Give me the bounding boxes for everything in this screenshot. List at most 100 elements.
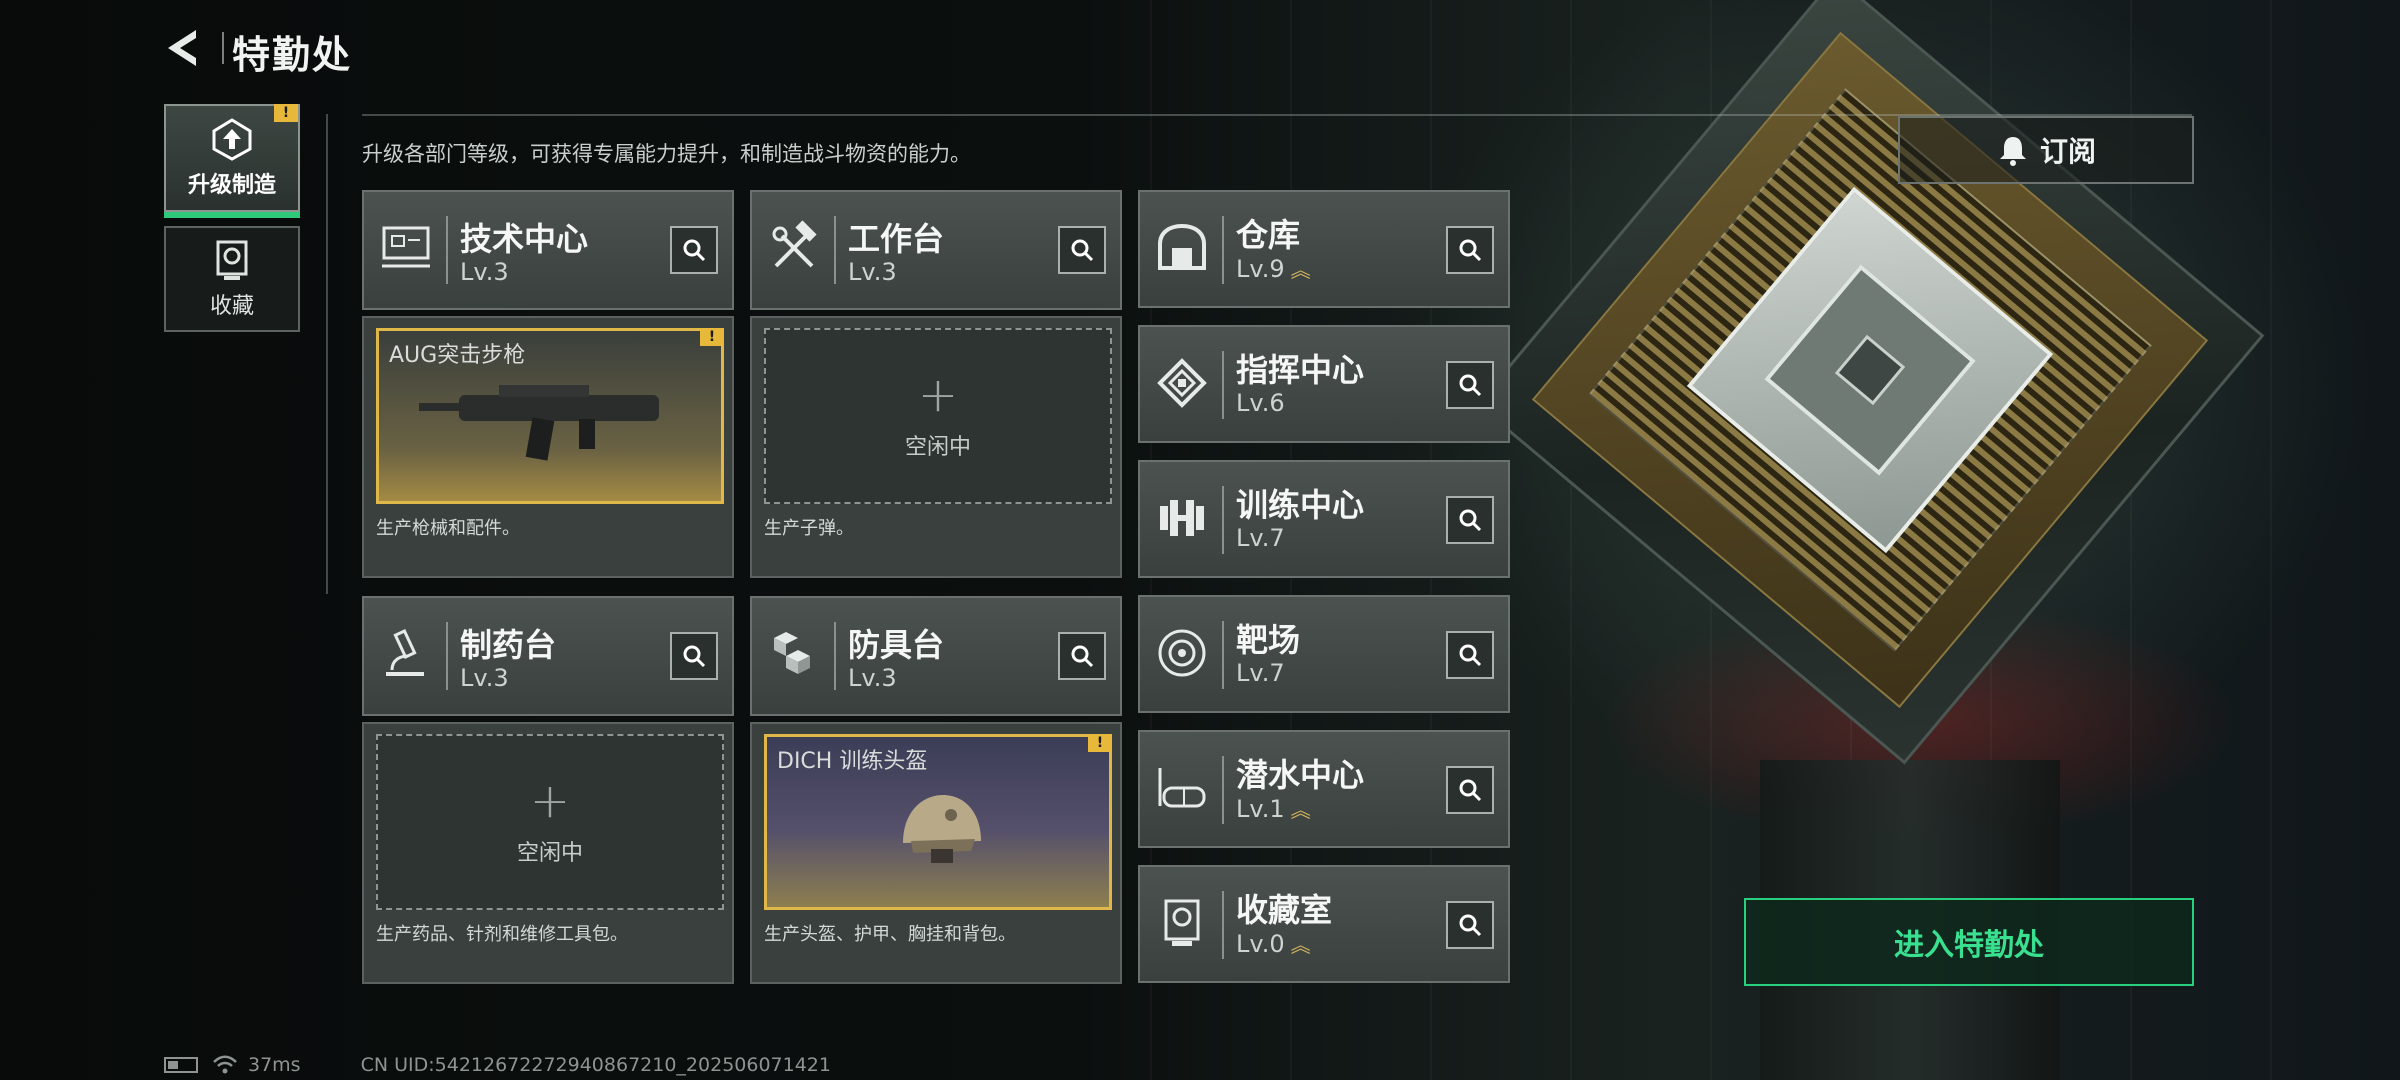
production-description: 生产子弹。 xyxy=(764,518,854,539)
production-slot-filled[interactable]: DICH 训练头盔 ! xyxy=(764,734,1112,910)
production-description: 生产头盔、护甲、胸挂和背包。 xyxy=(764,924,1016,945)
dept-level: Lv.0 ︽ xyxy=(1236,929,1311,958)
bell-icon xyxy=(1999,137,2026,166)
magnifier-icon xyxy=(683,239,706,262)
enter-label: 进入特勤处 xyxy=(1894,928,2044,963)
enter-special-ops-button[interactable]: 进入特勤处 xyxy=(1744,898,2194,986)
production-slot-empty[interactable]: + 空闲中 xyxy=(764,328,1112,504)
dept-level: Lv.9 ︽ xyxy=(1236,254,1311,283)
dept-divider xyxy=(1222,621,1224,689)
magnifier-icon xyxy=(1071,645,1094,668)
production-slot-empty[interactable]: + 空闲中 xyxy=(376,734,724,910)
header-divider xyxy=(222,32,224,64)
dept-divider xyxy=(446,622,448,690)
dept-level: Lv.3 xyxy=(460,664,509,692)
magnifier-icon xyxy=(1459,239,1482,262)
tab-collection[interactable]: 收藏 xyxy=(164,226,300,332)
dept-divider xyxy=(834,622,836,690)
dept-warehouse[interactable]: 仓库 Lv.9 ︽ xyxy=(1138,190,1510,308)
dept-name: 仓库 xyxy=(1236,216,1301,254)
production-description: 生产药品、针剂和维修工具包。 xyxy=(376,924,628,945)
trophy-icon xyxy=(216,240,248,280)
search-button[interactable] xyxy=(670,226,718,274)
dept-name: 训练中心 xyxy=(1236,486,1365,524)
subscribe-button[interactable]: 订阅 xyxy=(1898,116,2194,184)
search-button[interactable] xyxy=(1446,766,1494,814)
dept-level: Lv.7 xyxy=(1236,659,1285,687)
search-button[interactable] xyxy=(1446,226,1494,274)
search-button[interactable] xyxy=(1446,631,1494,679)
magnifier-icon xyxy=(1459,914,1482,937)
magnifier-icon xyxy=(1459,779,1482,802)
search-button[interactable] xyxy=(1446,361,1494,409)
magnifier-icon xyxy=(1459,644,1482,667)
dept-level-value: Lv.1 xyxy=(1236,795,1285,823)
production-panel-armor: DICH 训练头盔 ! 生产头盔、护甲、胸挂和背包。 xyxy=(750,722,1122,984)
page-title: 特勤处 xyxy=(232,33,353,77)
dept-divider xyxy=(446,216,448,284)
production-slot-filled[interactable]: AUG突击步枪 ! xyxy=(376,328,724,504)
dept-command-center[interactable]: 指挥中心 Lv.6 xyxy=(1138,325,1510,443)
dept-divider xyxy=(834,216,836,284)
dept-training-center[interactable]: 训练中心 Lv.7 xyxy=(1138,460,1510,578)
trophy-icon xyxy=(1164,899,1200,946)
hammer-wrench-icon xyxy=(772,220,817,268)
search-button[interactable] xyxy=(1058,632,1106,680)
upgrade-chevron-icon: ︽ xyxy=(1290,258,1311,282)
search-button[interactable] xyxy=(670,632,718,680)
chip-icon xyxy=(1157,358,1207,408)
production-panel-tech: AUG突击步枪 ! 生产枪械和配件。 xyxy=(362,316,734,578)
tab-upgrade-label: 升级制造 xyxy=(187,173,276,198)
magnifier-icon xyxy=(1459,374,1482,397)
dept-collection-room[interactable]: 收藏室 Lv.0 ︽ xyxy=(1138,865,1510,983)
tab-collection-label: 收藏 xyxy=(209,294,254,319)
idle-label: 空闲中 xyxy=(904,435,971,460)
status-bar: 37ms CN UID:5421267227294086721​0_202506… xyxy=(164,1054,831,1076)
dept-workbench[interactable]: 工作台 Lv.3 xyxy=(750,190,1122,310)
dept-name: 收藏室 xyxy=(1236,891,1333,929)
dept-divider xyxy=(1222,891,1224,959)
page-description: 升级各部门等级，可获得专属能力提升，和制造战斗物资的能力。 xyxy=(362,142,971,166)
dept-name: 潜水中心 xyxy=(1236,756,1365,794)
idle-label: 空闲中 xyxy=(516,841,583,866)
dept-name: 防具台 xyxy=(848,626,945,664)
alert-badge: ! xyxy=(1088,734,1112,752)
magnifier-icon xyxy=(1459,509,1482,532)
helmet-image xyxy=(903,795,981,863)
dept-level: Lv.3 xyxy=(460,258,509,286)
dept-level: Lv.3 xyxy=(848,664,897,692)
search-button[interactable] xyxy=(1058,226,1106,274)
dept-level: Lv.1 ︽ xyxy=(1236,794,1311,823)
diving-mask-icon xyxy=(1158,768,1206,808)
magnifier-icon xyxy=(683,645,706,668)
search-button[interactable] xyxy=(1446,496,1494,544)
production-panel-workbench: + 空闲中 生产子弹。 xyxy=(750,316,1122,578)
dept-divider xyxy=(1222,756,1224,824)
dept-tech-center[interactable]: 技术中心 Lv.3 xyxy=(362,190,734,310)
dept-level: Lv.3 xyxy=(848,258,897,286)
cubes-icon xyxy=(774,632,810,674)
dumbbell-icon xyxy=(1160,500,1204,536)
user-uid: CN UID:5421267227294086721​0_20250607142… xyxy=(360,1054,831,1076)
item-name: DICH 训练头盔 xyxy=(777,749,928,774)
battery-icon xyxy=(164,1057,198,1073)
microscope-icon xyxy=(386,629,424,676)
dept-armor-bench[interactable]: 防具台 Lv.3 xyxy=(750,596,1122,716)
dept-name: 技术中心 xyxy=(460,220,589,258)
monitor-icon xyxy=(382,226,430,268)
dept-divider xyxy=(1222,216,1224,284)
back-button[interactable] xyxy=(160,24,208,72)
wifi-icon xyxy=(213,1055,237,1074)
dept-pharmacy[interactable]: 制药台 Lv.3 xyxy=(362,596,734,716)
dept-diving-center[interactable]: 潜水中心 Lv.1 ︽ xyxy=(1138,730,1510,848)
dept-name: 制药台 xyxy=(460,626,557,664)
alert-badge: ! xyxy=(274,104,298,122)
add-icon: + xyxy=(529,773,571,829)
subscribe-label: 订阅 xyxy=(2039,135,2096,168)
dept-shooting-range[interactable]: 靶场 Lv.7 xyxy=(1138,595,1510,713)
dept-level-value: Lv.9 xyxy=(1236,255,1285,283)
target-icon xyxy=(1158,629,1206,677)
search-button[interactable] xyxy=(1446,901,1494,949)
tab-upgrade-craft[interactable]: 升级制造 ! xyxy=(164,104,300,218)
upgrade-icon xyxy=(212,118,252,161)
